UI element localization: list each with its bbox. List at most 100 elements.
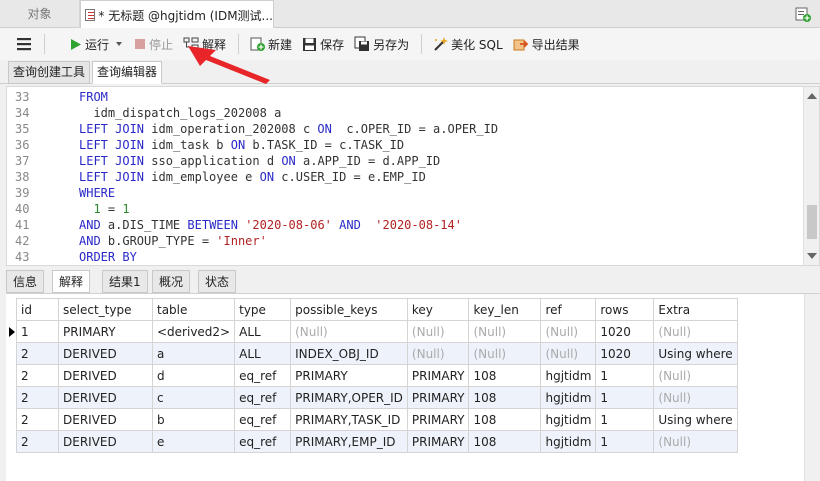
table-cell[interactable]: hgjtidm <box>540 386 597 409</box>
table-cell[interactable]: 1020 <box>595 320 655 343</box>
tab-explain[interactable]: 解释 <box>52 270 91 293</box>
table-cell[interactable]: (Null) <box>540 320 597 343</box>
table-cell[interactable]: Using where <box>653 342 738 365</box>
table-cell[interactable]: 2 <box>16 386 59 409</box>
editor-vertical-scrollbar[interactable] <box>803 87 819 265</box>
table-cell[interactable]: ALL <box>234 342 292 365</box>
table-cell[interactable]: 1 <box>595 386 655 409</box>
table-cell[interactable]: eq_ref <box>234 364 292 387</box>
table-cell[interactable]: 2 <box>16 430 59 453</box>
table-cell[interactable]: (Null) <box>406 342 470 365</box>
table-cell[interactable]: 2 <box>16 342 59 365</box>
table-cell[interactable]: hgjtidm <box>540 408 597 431</box>
scroll-down-icon[interactable] <box>807 253 817 259</box>
column-header-type[interactable]: type <box>234 298 292 321</box>
table-row[interactable]: 2 DERIVED e eq_ref PRIMARY,EMP_ID PRIMARY 108 h… <box>16 430 738 453</box>
table-cell[interactable]: (Null) <box>290 320 408 343</box>
sql-editor[interactable]: 43 ORDER BY 42 AND b.GROUP_TYPE = 'Inner' 41… <box>6 86 820 266</box>
tab-query-untitled[interactable]: * 无标题 @hgjtidm (IDM测试... <box>80 0 274 29</box>
table-row[interactable]: 2 DERIVED c eq_ref PRIMARY,OPER_ID PRIMARY 108… <box>16 386 738 409</box>
table-cell[interactable]: hgjtidm <box>540 430 597 453</box>
table-cell[interactable]: 108 <box>468 386 542 409</box>
table-cell[interactable]: DERIVED <box>58 364 153 387</box>
export-results-button[interactable]: 导出结果 <box>509 32 584 56</box>
table-cell[interactable]: DERIVED <box>58 408 153 431</box>
table-row[interactable]: 2 DERIVED b eq_ref PRIMARY,TASK_ID PRIMARY 108… <box>16 408 738 431</box>
table-cell[interactable]: (Null) <box>406 320 470 343</box>
table-cell[interactable]: PRIMARY <box>406 364 470 387</box>
beautify-sql-button[interactable]: 美化 SQL <box>428 32 507 56</box>
table-cell[interactable]: eq_ref <box>234 430 292 453</box>
table-cell[interactable]: eq_ref <box>234 386 292 409</box>
table-cell[interactable]: PRIMARY,EMP_ID <box>290 430 408 453</box>
save-as-button[interactable]: 另存为 <box>350 32 413 56</box>
tab-query-editor[interactable]: 查询编辑器 <box>92 61 163 84</box>
grid-vertical-scrollbar[interactable] <box>804 294 820 481</box>
tab-objects[interactable]: 对象 <box>0 0 80 28</box>
tab-status[interactable]: 状态 <box>198 270 237 293</box>
table-cell[interactable]: DERIVED <box>58 386 153 409</box>
tab-info[interactable]: 信息 <box>6 270 45 293</box>
table-cell[interactable]: PRIMARY <box>58 320 153 343</box>
table-cell[interactable]: PRIMARY,TASK_ID <box>290 408 408 431</box>
table-cell[interactable]: (Null) <box>653 386 738 409</box>
column-header-table[interactable]: table <box>151 298 236 321</box>
explain-result-grid[interactable]: id select_type table type possible_keys key ke… <box>6 293 820 481</box>
table-cell[interactable]: PRIMARY,OPER_ID <box>290 386 408 409</box>
column-header-key[interactable]: key <box>406 298 470 321</box>
table-cell[interactable]: b <box>151 408 236 431</box>
menu-button[interactable] <box>12 32 36 56</box>
explain-button[interactable]: 解释 <box>179 32 230 56</box>
table-cell[interactable]: (Null) <box>653 364 738 387</box>
column-header-extra[interactable]: Extra <box>653 298 738 321</box>
column-header-id[interactable]: id <box>16 298 59 321</box>
new-query-tab-icon[interactable] <box>794 5 812 23</box>
table-cell[interactable]: 1020 <box>595 342 655 365</box>
table-cell[interactable]: DERIVED <box>58 430 153 453</box>
stop-button[interactable]: 停止 <box>130 32 177 56</box>
table-cell[interactable]: d <box>151 364 236 387</box>
table-cell[interactable]: (Null) <box>653 320 738 343</box>
table-cell[interactable]: PRIMARY <box>406 430 470 453</box>
table-cell[interactable]: PRIMARY <box>406 386 470 409</box>
tab-query-builder[interactable]: 查询创建工具 <box>8 61 91 84</box>
table-cell[interactable]: 2 <box>16 408 59 431</box>
table-row[interactable]: 1 PRIMARY <derived2> ALL (Null) (Null) (Null)(… <box>16 320 738 343</box>
table-cell[interactable]: (Null) <box>468 342 542 365</box>
table-row[interactable]: 2 DERIVED a ALL INDEX_OBJ_ID (Null) (Null) (Nul… <box>16 342 738 365</box>
table-cell[interactable]: (Null) <box>468 320 542 343</box>
table-cell[interactable]: PRIMARY <box>290 364 408 387</box>
run-button[interactable]: 运行 <box>65 32 128 56</box>
scroll-up-icon[interactable] <box>807 93 817 99</box>
table-cell[interactable]: <derived2> <box>151 320 236 343</box>
column-header-rows[interactable]: rows <box>595 298 655 321</box>
column-header-possible_keys[interactable]: possible_keys <box>290 298 408 321</box>
table-cell[interactable]: Using where <box>653 408 738 431</box>
table-cell[interactable]: 1 <box>16 320 59 343</box>
table-cell[interactable]: (Null) <box>653 430 738 453</box>
table-cell[interactable]: e <box>151 430 236 453</box>
column-header-select_type[interactable]: select_type <box>58 298 153 321</box>
tab-result1[interactable]: 结果1 <box>102 270 148 293</box>
table-cell[interactable]: 1 <box>595 364 655 387</box>
chevron-down-icon[interactable] <box>114 40 124 48</box>
table-cell[interactable]: DERIVED <box>58 342 153 365</box>
table-cell[interactable]: 1 <box>595 430 655 453</box>
table-cell[interactable]: eq_ref <box>234 408 292 431</box>
table-cell[interactable]: 2 <box>16 364 59 387</box>
table-cell[interactable]: 108 <box>468 430 542 453</box>
table-cell[interactable]: INDEX_OBJ_ID <box>290 342 408 365</box>
table-row[interactable]: 2 DERIVED d eq_ref PRIMARY PRIMARY 108 hgjtidm 1… <box>16 364 738 387</box>
table-cell[interactable]: 108 <box>468 408 542 431</box>
tab-overview[interactable]: 概况 <box>152 270 191 293</box>
table-cell[interactable]: 108 <box>468 364 542 387</box>
table-cell[interactable]: ALL <box>234 320 292 343</box>
table-cell[interactable]: a <box>151 342 236 365</box>
table-cell[interactable]: (Null) <box>540 342 597 365</box>
column-header-key_len[interactable]: key_len <box>468 298 542 321</box>
table-cell[interactable]: PRIMARY <box>406 408 470 431</box>
save-button[interactable]: 保存 <box>298 32 348 56</box>
table-cell[interactable]: hgjtidm <box>540 364 597 387</box>
scrollbar-thumb[interactable] <box>807 205 817 239</box>
table-cell[interactable]: 1 <box>595 408 655 431</box>
